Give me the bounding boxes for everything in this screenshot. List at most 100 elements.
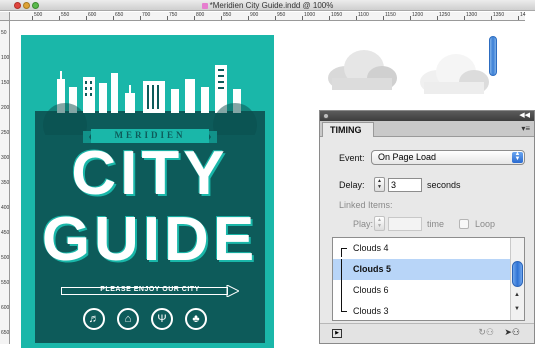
list-item-label: Clouds 6 [353,285,389,295]
list-item-label: Clouds 4 [353,243,389,253]
ruler-tick [437,16,438,20]
ruler-tick [302,16,303,20]
ruler-tick-label: 900 [250,12,259,18]
ruler-tick-label: 400 [1,205,10,211]
ruler-tick-label: 800 [196,12,205,18]
preview-spread-icon[interactable]: ▶ [332,329,342,338]
delay-unit-label: seconds [427,180,461,190]
loop-label: Loop [475,219,496,229]
poster-artwork[interactable]: MERIDIEN CITY GUIDE PLEASE ENJOY OUR CIT… [35,59,265,343]
scroll-down-icon[interactable]: ▼ [514,306,520,312]
ruler-tick [86,16,87,20]
window-titlebar: *Meridien City Guide.indd @ 100% [0,0,535,11]
ruler-tick [518,16,519,20]
ruler-tick [356,16,357,20]
document-page[interactable]: MERIDIEN CITY GUIDE PLEASE ENJOY OUR CIT… [21,35,274,348]
poster-title-city: CITY [71,139,229,208]
group-line-icon [341,280,347,301]
event-select-value: On Page Load [378,152,437,162]
list-item[interactable]: Clouds 3 [333,301,511,320]
ruler-tick-label: 1250 [439,12,451,18]
panel-tabbar: TIMING [320,121,534,137]
ruler-tick [275,16,276,20]
list-item-label: Clouds 3 [353,306,389,316]
window-title-text: *Meridien City Guide.indd @ 100% [209,1,334,10]
ruler-tick-label: 100 [1,55,10,61]
play-count-input[interactable] [388,217,422,231]
ruler-tick-label: 1100 [358,12,369,18]
group-line-icon [341,259,347,280]
loop-checkbox[interactable] [459,219,469,229]
event-label: Event: [339,153,365,163]
ruler-tick-label: 850 [223,12,232,18]
ruler-tick [383,16,384,20]
ruler-tick-label: 650 [1,330,10,336]
ruler-tick-label: 450 [1,230,10,236]
list-item[interactable]: Clouds 6 [333,280,511,301]
ruler-tick-label: 300 [1,155,10,161]
ruler-tick [329,16,330,20]
list-scrollbar[interactable]: ▲ ▼ [510,238,524,320]
ruler-tick-label: 1200 [412,12,424,18]
panel-close-button[interactable] [323,113,329,119]
ruler-tick-label: 550 [1,280,10,286]
ruler-tick [140,16,141,20]
ruler-tick-label: 650 [115,12,124,18]
ruler-tick-label: 50 [1,30,7,36]
scroll-up-icon[interactable]: ▲ [514,292,520,298]
ruler-origin[interactable] [0,12,10,21]
panel-collapse-icon[interactable]: ◀◀ [519,111,530,121]
tree-icon: ♣ [185,308,207,330]
play-label: Play: [353,219,374,229]
ruler-tick-label: 200 [1,105,10,111]
linked-items-label: Linked Items: [339,200,393,210]
list-item-selected[interactable]: Clouds 5 [333,259,511,280]
tab-timing[interactable]: TIMING [322,122,374,137]
ruler-tick [194,16,195,20]
ruler-tick [464,16,465,20]
canvas-vertical-scrollbar[interactable] [489,36,497,76]
list-scroll-thumb[interactable] [512,261,523,287]
panel-menu-icon[interactable]: ▾≡ [521,124,530,133]
indesign-doc-icon [201,2,208,9]
ruler-tick [221,16,222,20]
select-arrows-icon: ▲ ▼ [512,151,523,163]
ruler-tick [32,16,33,20]
play-stepper[interactable]: ▲ ▼ [374,216,385,231]
ruler-tick [410,16,411,20]
ruler-tick-label: 700 [142,12,151,18]
ruler-tick-label: 500 [34,12,43,18]
ruler-tick-label: 250 [1,130,10,136]
list-item[interactable]: Clouds 4 [333,238,511,259]
home-icon: ⌂ [117,308,139,330]
panel-titlebar[interactable]: ◀◀ [320,111,534,121]
event-select[interactable]: On Page Load ▲ ▼ [371,150,525,165]
delay-stepper[interactable]: ▲ ▼ [374,177,385,192]
ruler-tick-label: 600 [1,305,10,311]
ruler-tick-label: 14 [520,12,526,18]
ruler-tick [113,16,114,20]
delay-input[interactable]: 3 [388,178,422,192]
poster-title-guide: GUIDE [41,205,259,274]
link-items-icon[interactable]: ↻⚇ [478,327,494,338]
window-title: *Meridien City Guide.indd @ 100% [0,0,535,11]
ruler-tick [491,16,492,20]
linked-items-list[interactable]: Clouds 4 Clouds 5 Clouds 6 Clouds 3 ▲ ▼ [332,237,525,321]
ruler-tick [167,16,168,20]
horizontal-ruler[interactable]: 500 550 600 650 700 750 800 850 900 950 1000 1050 11… [10,12,526,21]
ruler-tick-label: 550 [61,12,70,18]
unlink-items-icon[interactable]: ➤⚇ [504,327,520,338]
cloud-graphic-left[interactable] [326,48,398,92]
ruler-tick-label: 1050 [331,12,343,18]
play-unit-label: time [427,219,445,229]
dining-icon: Ψ [151,308,173,330]
delay-label: Delay: [339,180,365,190]
ruler-tick-label: 950 [277,12,286,18]
ruler-tick-label: 750 [169,12,178,18]
poster-tagline: PLEASE ENJOY OUR CITY [100,286,200,293]
guitar-icon: ♬ [83,308,105,330]
list-item-label: Clouds 5 [353,264,392,274]
vertical-ruler[interactable]: 50 100 150 200 250 300 350 400 450 500 550 600 650 [0,21,10,344]
ruler-tick-label: 1000 [304,12,316,18]
cloud-graphic-right[interactable] [416,52,490,96]
